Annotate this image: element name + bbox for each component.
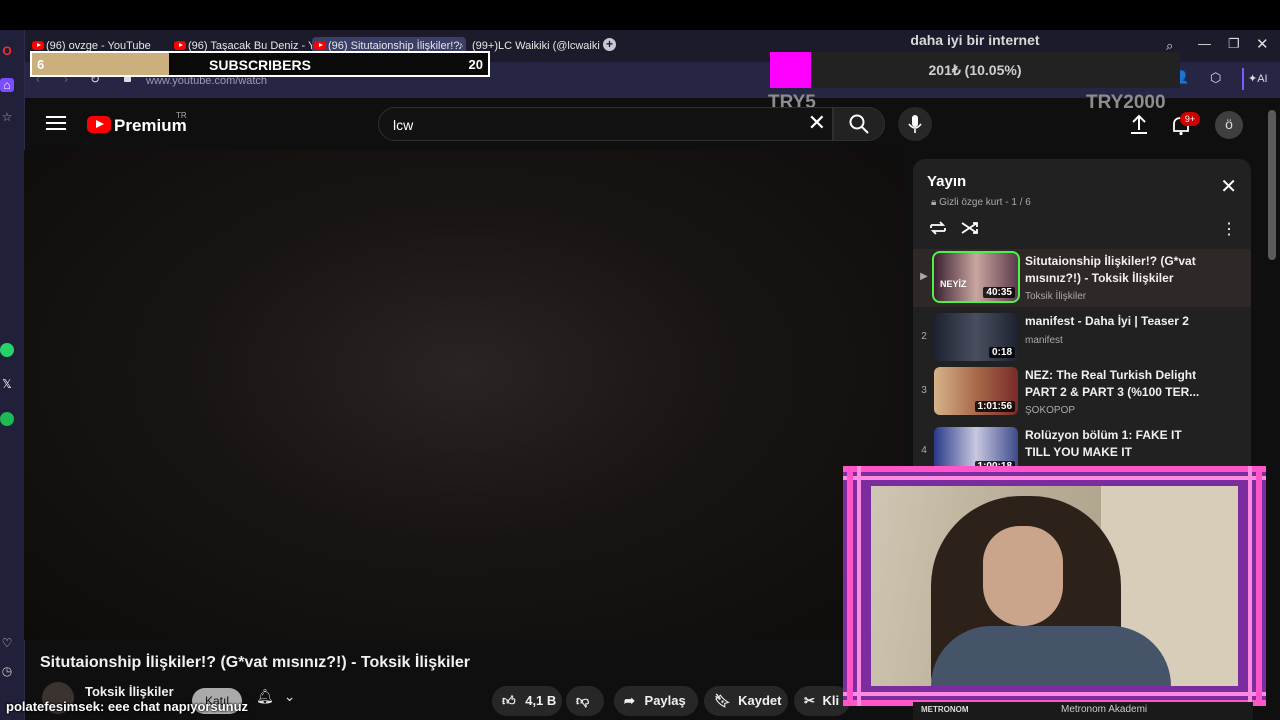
shuffle-icon[interactable] — [959, 217, 981, 239]
subscriber-goal-bar: 6 SUBSCRIBERS 20 — [30, 51, 490, 77]
youtube-icon — [32, 41, 44, 50]
like-button[interactable]: 👍︎ 4,1 B — [492, 686, 562, 716]
ad-brand: METRONOM — [921, 705, 969, 714]
video-thumbnail: 0:18 — [934, 313, 1018, 361]
opera-icon[interactable]: O — [0, 44, 14, 58]
clip-button[interactable]: ✂ Kli — [794, 686, 850, 716]
chevron-down-icon: ⌄ — [283, 688, 296, 704]
clear-search-icon[interactable]: ✕ — [808, 112, 826, 134]
x-icon[interactable]: 𝕏 — [0, 377, 14, 391]
whatsapp-icon[interactable] — [0, 343, 14, 357]
bookmark-icon: 🔖︎ — [714, 693, 731, 708]
notification-badge: 9+ — [1180, 112, 1200, 126]
more-options-icon[interactable]: ⋮ — [1221, 219, 1237, 239]
search-button[interactable] — [833, 107, 885, 141]
playlist-video-channel: manifest — [1025, 335, 1063, 346]
voice-search-button[interactable] — [898, 107, 932, 141]
ad-text: Metronom Akademi — [1061, 704, 1148, 715]
page-scrollbar[interactable] — [1268, 110, 1276, 260]
ai-button[interactable]: ✦AI — [1242, 68, 1280, 90]
webcam-feed — [871, 486, 1238, 686]
menu-icon[interactable] — [46, 116, 66, 132]
search-input[interactable] — [391, 114, 795, 136]
playlist-item[interactable]: ▶ NEYİZ 40:35 Situtaionship İlişkiler!? … — [913, 249, 1251, 307]
chat-text: : eee chat napıyorsunuz — [99, 699, 249, 714]
youtube-logo-icon[interactable] — [87, 116, 111, 133]
browser-sidebar: O ⌂ ☆ 𝕏 ♡ ◷ — [0, 30, 25, 720]
lock-icon: 🔒︎ — [931, 197, 940, 208]
playlist-subtitle: 🔒︎ Gizli özge kurt - 1 / 6 — [931, 197, 1031, 208]
playlist-video-title: NEZ: The Real Turkish Delight PART 2 & P… — [1025, 368, 1200, 399]
playlist-video-title: Situtaionship İlişkiler!? (G*vat mısınız… — [1025, 254, 1196, 285]
save-button[interactable]: 🔖︎ Kaydet — [704, 686, 788, 716]
video-thumbnail: NEYİZ 40:35 — [932, 251, 1020, 303]
playlist-title: Yayın — [927, 173, 967, 190]
star-icon[interactable]: ☆ — [0, 110, 14, 124]
donation-max-label: TRY2000 — [1086, 92, 1166, 113]
loop-icon[interactable] — [927, 217, 949, 239]
close-window-button[interactable]: ✕ — [1256, 35, 1269, 53]
playlist-item[interactable]: 3 1:01:56 NEZ: The Real Turkish Delight … — [913, 363, 1251, 421]
upload-button[interactable] — [1126, 112, 1152, 138]
subscriber-label: SUBSCRIBERS — [209, 57, 311, 73]
bell-icon: 🔔︎ — [256, 688, 274, 704]
video-title: Situtaionship İlişkiler!? (G*vat mısınız… — [40, 654, 471, 671]
share-icon: ➦ — [624, 693, 635, 708]
region-code: TR — [176, 111, 187, 120]
new-tab-button[interactable]: + — [603, 38, 616, 51]
playlist-video-channel: ŞOKOPOP — [1025, 405, 1076, 416]
account-avatar[interactable]: ö — [1215, 111, 1243, 139]
minimize-button[interactable]: — — [1198, 36, 1211, 51]
extensions-icon[interactable]: ⬡ — [1210, 70, 1230, 90]
top-strip — [0, 0, 1280, 30]
close-playlist-icon[interactable]: ✕ — [1220, 177, 1237, 197]
video-player[interactable] — [24, 150, 904, 640]
spotify-icon[interactable] — [0, 412, 14, 426]
subscriber-goal: 20 — [468, 57, 483, 72]
bottom-ad-strip[interactable]: METRONOM Metronom Akademi — [913, 702, 1253, 720]
playlist-panel: Yayın 🔒︎ Gizli özge kurt - 1 / 6 ✕ ⋮ ▶ N… — [913, 159, 1251, 489]
heart-icon[interactable]: ♡ — [0, 636, 14, 650]
search-icon — [849, 114, 869, 134]
youtube-icon — [174, 41, 186, 50]
donation-goal-title: daha iyi bir internet — [910, 32, 1040, 48]
chat-username: polatefesimsek — [6, 699, 100, 714]
channel-name[interactable]: Toksik İlişkiler — [85, 684, 174, 699]
thumbs-up-icon: 👍︎ — [502, 693, 516, 708]
scissors-icon: ✂ — [804, 693, 815, 708]
donation-amount: 201₺ (10.05%) — [928, 62, 1022, 78]
share-button[interactable]: ➦ Paylaş — [614, 686, 698, 716]
subscribe-bell-button[interactable]: 🔔︎ ⌄ — [256, 688, 308, 714]
playlist-video-title: manifest - Daha İyi | Teaser 2 — [1025, 314, 1189, 328]
chat-message: polatefesimsek: eee chat napıyorsunuz — [6, 699, 248, 714]
home-icon[interactable]: ⌂ — [0, 78, 14, 92]
microphone-icon — [908, 115, 922, 133]
thumbs-down-icon: 👎︎ — [576, 693, 590, 708]
playlist-video-title: Rolüzyon bölüm 1: FAKE IT TILL YOU MAKE … — [1025, 428, 1182, 459]
history-icon[interactable]: ◷ — [0, 664, 14, 678]
donation-goal-bar: 201₺ (10.05%) — [770, 52, 1180, 88]
webcam-overlay — [843, 466, 1266, 706]
dislike-button[interactable]: 👎︎ — [566, 686, 604, 716]
playlist-video-channel: Toksik İlişkiler — [1025, 291, 1087, 302]
upload-icon — [1131, 114, 1147, 134]
playlist-item[interactable]: 2 0:18 manifest - Daha İyi | Teaser 2 ma… — [913, 309, 1251, 367]
maximize-button[interactable]: ❐ — [1228, 36, 1240, 52]
youtube-icon — [314, 41, 326, 50]
search-box: ✕ — [378, 107, 833, 141]
video-thumbnail: 1:01:56 — [934, 367, 1018, 415]
